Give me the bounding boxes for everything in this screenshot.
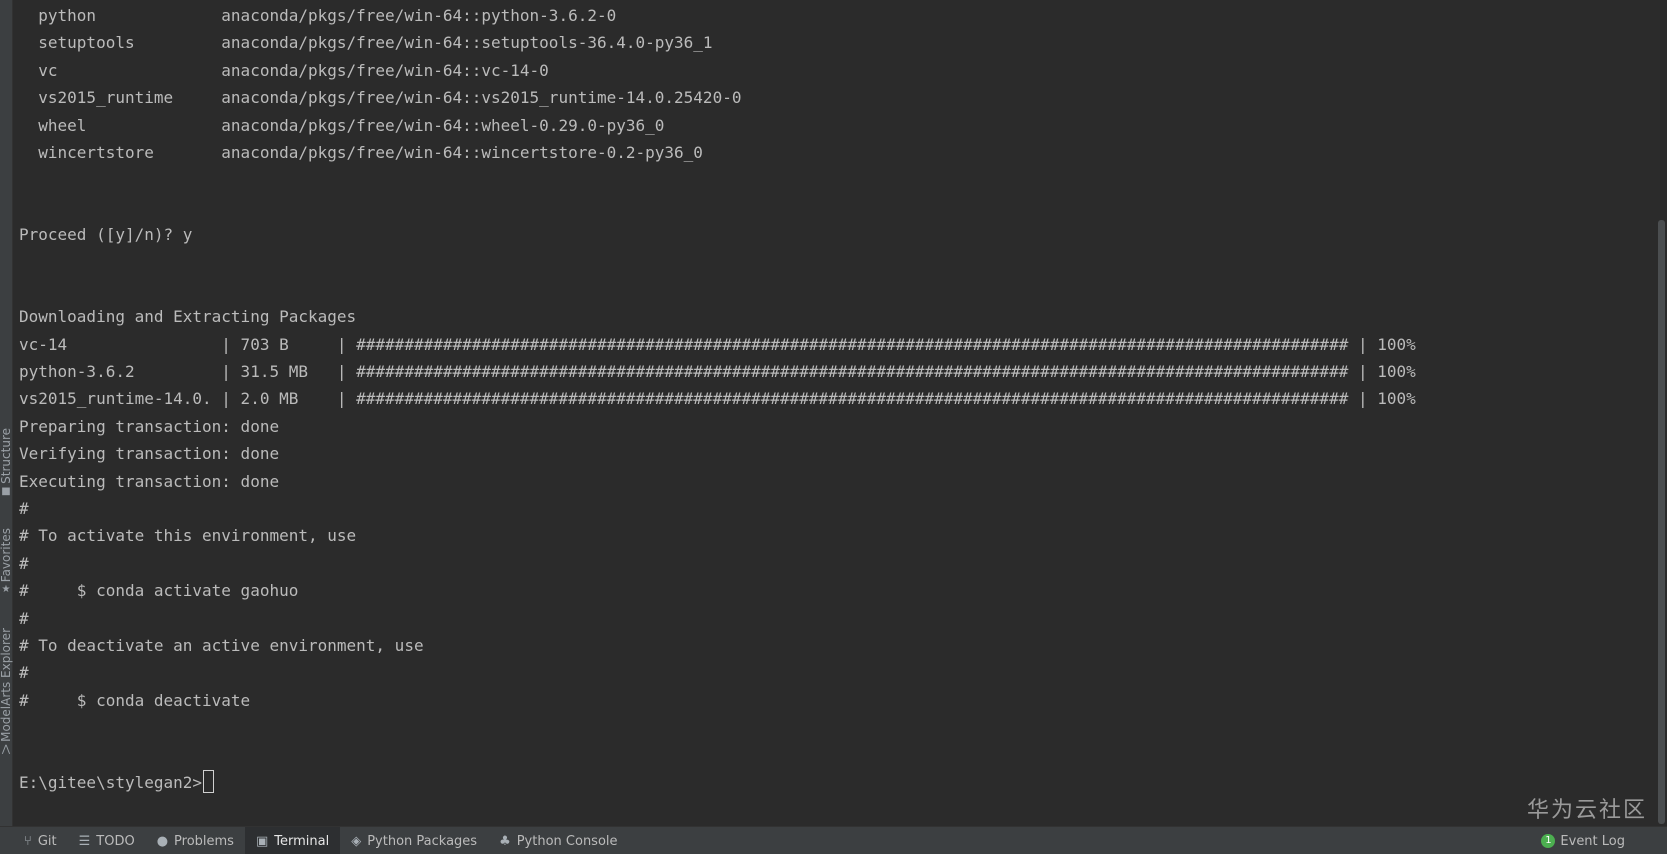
terminal-line: wincertstore anaconda/pkgs/free/win-64::… [19,142,703,162]
watermark: 华为云社区 [1526,798,1647,823]
event-log-button[interactable]: 1 Event Log [1541,827,1625,854]
tab-problems[interactable]: ● Problems [146,827,245,854]
terminal-line: # $ conda deactivate [19,690,251,710]
python-icon: ♣ [499,833,511,849]
tab-python-console-label: Python Console [516,833,618,849]
terminal-line: # To deactivate an active environment, u… [19,635,424,655]
terminal-line: vs2015_runtime anaconda/pkgs/free/win-64… [19,88,742,108]
structure-icon: ■ [1,485,11,497]
terminal-line: # $ conda activate gaohuo [19,581,299,601]
favorites-tab-label: Favorites [0,528,13,583]
terminal-line: python-3.6.2 | 31.5 MB | ###############… [19,362,1416,382]
star-icon: ★ [1,584,11,596]
modelarts-icon: ⋀ [1,743,11,755]
terminal-cursor [203,770,215,794]
scrollbar-thumb[interactable] [1658,220,1665,824]
tab-todo-label: TODO [96,833,135,849]
todo-list-icon: ☰ [78,833,91,849]
terminal-line: vc anaconda/pkgs/free/win-64::vc-14-0 [19,60,549,80]
terminal-scrollbar[interactable] [1655,0,1667,826]
tab-terminal-label: Terminal [274,833,330,849]
terminal-line: wheel anaconda/pkgs/free/win-64::wheel-0… [19,115,665,135]
bottom-tool-bar: ⑂ Git ☰ TODO ● Problems ▣ Terminal ◈ Pyt… [0,826,1667,854]
favorites-tab[interactable]: Favorites ★ [0,528,14,596]
terminal-line: # To activate this environment, use [19,526,357,546]
modelarts-explorer-tab[interactable]: ModelArts Explorer ⋀ [0,628,14,756]
terminal-line: # [19,663,29,683]
tab-python-packages[interactable]: ◈ Python Packages [340,827,488,854]
event-count-badge: 1 [1541,834,1556,848]
terminal-output[interactable]: python anaconda/pkgs/free/win-64::python… [19,2,1639,824]
terminal-icon: ▣ [255,833,269,849]
terminal-line: # [19,499,29,519]
structure-tab[interactable]: Structure ■ [0,428,14,498]
terminal-line: vc-14 | 703 B | ########################… [19,334,1416,354]
tab-terminal[interactable]: ▣ Terminal [244,827,341,854]
tab-python-console[interactable]: ♣ Python Console [488,827,628,854]
git-branch-icon: ⑂ [24,833,32,849]
terminal-line: vs2015_runtime-14.0. | 2.0 MB | ########… [19,389,1416,409]
tab-git-label: Git [37,833,57,849]
modelarts-explorer-tab-label: ModelArts Explorer [0,628,13,742]
terminal-line: Downloading and Extracting Packages [19,307,357,327]
tab-git[interactable]: ⑂ Git [0,827,68,854]
terminal-line: Executing transaction: done [19,471,280,491]
terminal-line: Proceed ([y]/n)? y [19,225,193,245]
layers-icon: ◈ [351,833,362,849]
tab-todo[interactable]: ☰ TODO [68,827,146,854]
problems-icon: ● [156,833,169,849]
terminal-line: Preparing transaction: done [19,416,280,436]
left-tool-strip: Structure ■ Favorites ★ ModelArts Explor… [0,0,13,826]
terminal-line: # [19,608,29,628]
terminal-line: python anaconda/pkgs/free/win-64::python… [19,6,617,25]
structure-tab-label: Structure [0,428,13,484]
event-log-label: Event Log [1560,833,1625,849]
terminal-line: # [19,553,29,573]
terminal-line: setuptools anaconda/pkgs/free/win-64::se… [19,33,713,53]
tab-python-packages-label: Python Packages [367,833,478,849]
terminal-line: Verifying transaction: done [19,444,280,464]
terminal-prompt-line[interactable]: E:\gitee\stylegan2> [19,769,1639,796]
tab-problems-label: Problems [174,833,234,849]
terminal-prompt: E:\gitee\stylegan2> [19,772,203,792]
